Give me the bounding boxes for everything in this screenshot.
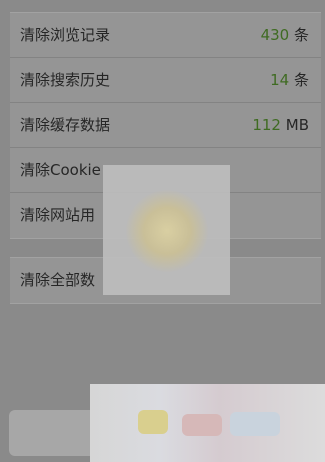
blurred-icon <box>182 414 222 436</box>
row-value: 14 条 <box>270 58 309 103</box>
history-unit: 条 <box>293 26 309 44</box>
blurred-icon <box>138 410 168 434</box>
history-count: 430 <box>260 26 290 44</box>
clear-history-row[interactable]: 清除浏览记录 430 条 <box>10 13 321 58</box>
row-label: 清除搜索历史 <box>20 71 111 89</box>
clear-data-screen: 清除浏览记录 430 条 清除搜索历史 14 条 清除缓存数据 112 MB 清… <box>0 0 325 462</box>
loading-spinner-icon <box>126 190 208 272</box>
row-label: 清除缓存数据 <box>20 116 111 134</box>
row-value: 112 MB <box>252 103 309 148</box>
row-label: 清除网站用 <box>20 206 96 224</box>
cache-unit: MB <box>285 116 309 134</box>
row-value: 430 条 <box>261 13 309 58</box>
search-unit: 条 <box>293 71 309 89</box>
clear-search-history-row[interactable]: 清除搜索历史 14 条 <box>10 58 321 103</box>
blurred-toolbar <box>90 384 325 462</box>
cache-size: 112 <box>252 116 281 134</box>
blurred-icon <box>230 412 280 436</box>
clear-cache-row[interactable]: 清除缓存数据 112 MB <box>10 103 321 148</box>
row-label: 清除Cookie <box>20 161 101 179</box>
row-label: 清除全部数 <box>20 271 96 289</box>
search-count: 14 <box>270 71 290 89</box>
row-label: 清除浏览记录 <box>20 26 111 44</box>
